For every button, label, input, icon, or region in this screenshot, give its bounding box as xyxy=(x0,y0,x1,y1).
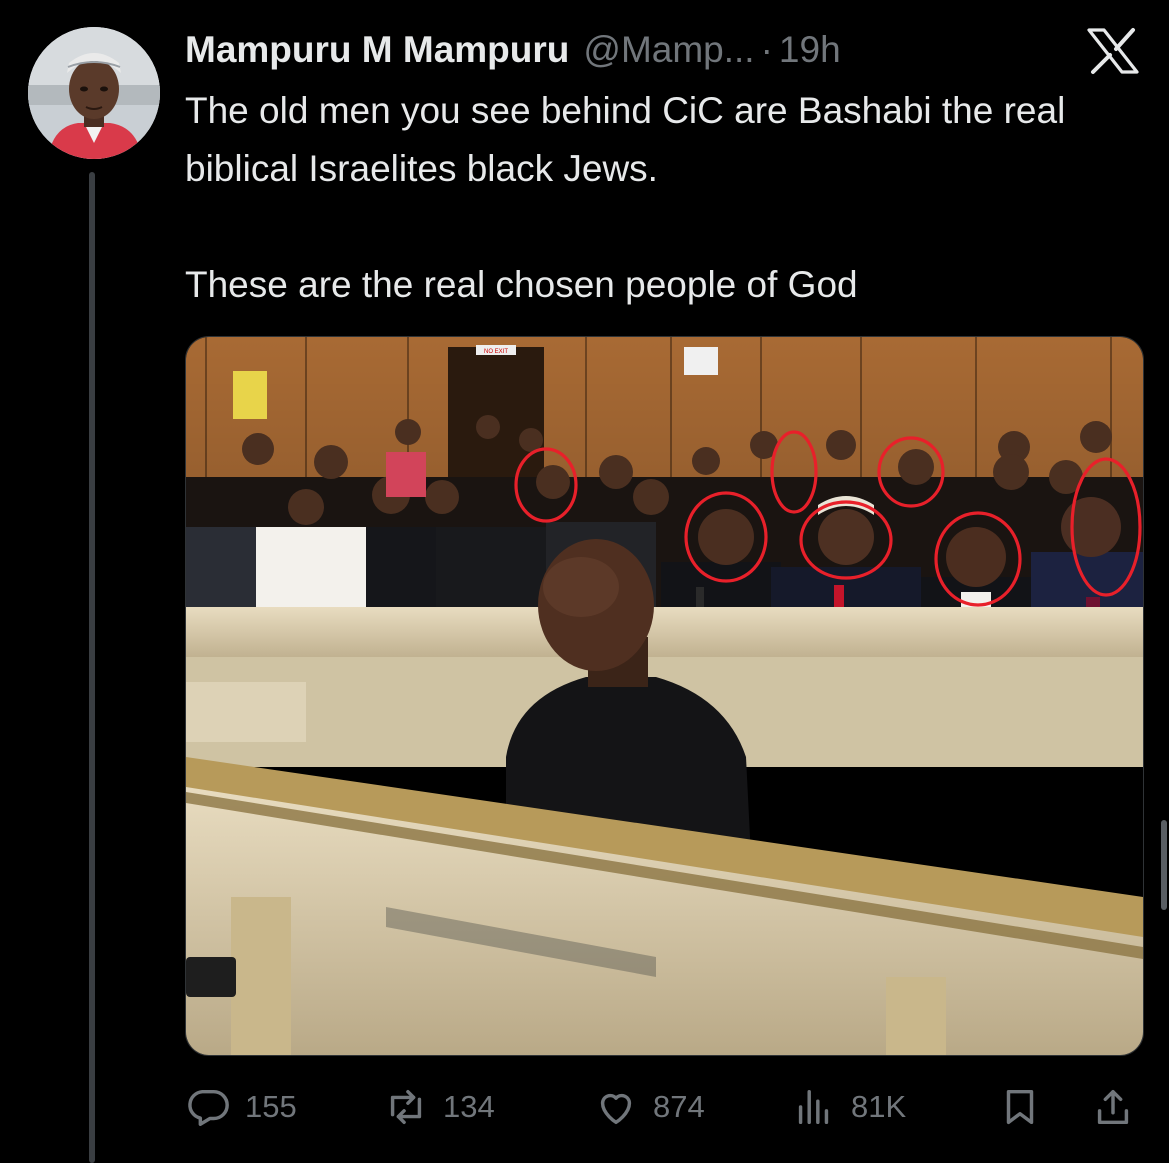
views-count: 81K xyxy=(851,1089,907,1124)
repost-button[interactable]: 134 xyxy=(383,1080,495,1134)
tweet-text-paragraph-2: These are the real chosen people of God xyxy=(185,264,858,305)
heart-icon xyxy=(600,1093,632,1125)
x-logo-icon xyxy=(1087,28,1139,74)
share-icon xyxy=(1097,1089,1129,1125)
tweet-header: Mampuru M Mampuru @Mamp... · 19h xyxy=(185,26,841,74)
like-button[interactable]: 874 xyxy=(593,1080,705,1134)
tweet-media-photo[interactable]: NO EXIT xyxy=(185,336,1144,1056)
repost-count: 134 xyxy=(443,1089,495,1124)
tweet-action-bar: 155 134 874 81K xyxy=(185,1080,1142,1134)
author-display-name[interactable]: Mampuru M Mampuru xyxy=(185,29,569,71)
courtroom-photo: NO EXIT xyxy=(186,337,1143,1055)
like-count: 874 xyxy=(653,1089,705,1124)
author-avatar[interactable] xyxy=(28,27,160,159)
views-button[interactable]: 81K xyxy=(791,1080,906,1134)
exit-sign-text: NO EXIT xyxy=(484,349,508,355)
tweet-text: The old men you see behind CiC are Basha… xyxy=(185,82,1125,314)
reply-icon xyxy=(188,1089,229,1126)
repost-icon xyxy=(390,1089,422,1125)
tweet-text-paragraph-1: The old men you see behind CiC are Basha… xyxy=(185,90,1066,189)
reply-count: 155 xyxy=(245,1089,297,1124)
avatar-photo xyxy=(28,27,160,159)
views-icon xyxy=(798,1089,829,1125)
bookmark-icon xyxy=(1006,1089,1034,1125)
reply-button[interactable]: 155 xyxy=(185,1080,297,1134)
separator-dot: · xyxy=(760,29,773,70)
tweet-timestamp[interactable]: 19h xyxy=(779,29,841,71)
author-handle[interactable]: @Mamp... xyxy=(583,29,754,71)
bookmark-button[interactable] xyxy=(997,1080,1057,1134)
share-button[interactable] xyxy=(1090,1080,1150,1134)
thread-line xyxy=(89,172,95,1163)
scrollbar[interactable] xyxy=(1161,820,1167,910)
